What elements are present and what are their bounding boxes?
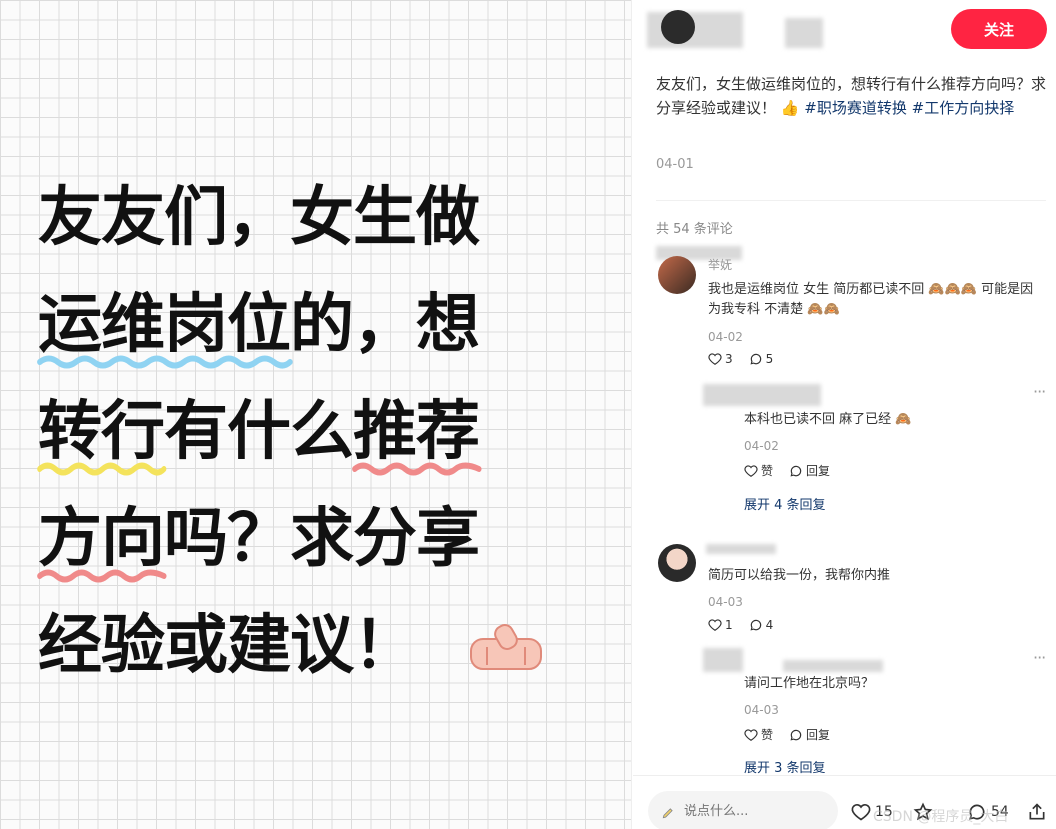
reply-text: 本科也已读不回 麻了已经 🙈 [744, 410, 1044, 430]
comment-text: 我也是运维岗位 女生 简历都已读不回 🙈🙈🙈 可能是因为我专科 不清楚 🙈🙈 [708, 280, 1046, 320]
follow-button[interactable]: 关注 [951, 9, 1047, 49]
comment-actions: 3 5 [708, 352, 773, 366]
highlight-red-text: 推荐 [353, 395, 480, 469]
expand-replies-link[interactable]: 展开 3 条回复 [744, 757, 826, 776]
heart-icon [744, 464, 758, 477]
bottom-interaction-bar: 15 54 CSDN @程序员_大白 [633, 775, 1056, 829]
yellow-squiggle [37, 462, 167, 476]
emoji-icon: 🙈🙈 [807, 302, 840, 317]
like-count: 1 [725, 618, 733, 632]
commenter-name-blurred [706, 544, 776, 554]
poster-line-5: 经验或建议！ [38, 593, 598, 700]
reply-text: 请问工作地在北京吗？ [744, 676, 875, 691]
reply-reply-button[interactable]: 回复 [789, 462, 830, 479]
comment-date: 04-02 [708, 330, 743, 344]
author-extra-blurred [785, 18, 823, 48]
post-description: 友友们，女生做运维岗位的，想转行有什么推荐方向吗？求分享经验或建议！ 👍 #职场… [656, 72, 1048, 120]
reply-count: 5 [765, 352, 774, 366]
reply-actions: 赞 回复 [744, 726, 830, 743]
divider [656, 200, 1046, 201]
comment-actions: 1 4 [708, 618, 773, 632]
like-label: 赞 [761, 464, 774, 478]
poster-line-5-text: 经验或建议！ [38, 609, 417, 683]
share-button[interactable] [1027, 802, 1047, 822]
pointing-hand-icon: 👍 [780, 99, 800, 117]
red-squiggle-2 [37, 569, 167, 583]
poster-line-2-rest: 的，想 [290, 288, 480, 362]
thumbs-up-icon [470, 624, 543, 671]
highlight-yellow: 转行 [37, 379, 167, 486]
watermark: CSDN @程序员_大白 [873, 809, 1009, 825]
poster-line-3: 转行 有什么 推荐 [37, 379, 598, 486]
expand-replies-link[interactable]: 展开 4 条回复 [744, 494, 826, 513]
chat-bubble-icon [790, 465, 802, 476]
reply-like-button[interactable]: 赞 [744, 726, 773, 743]
note-detail-panel: 关注 友友们，女生做运维岗位的，想转行有什么推荐方向吗？求分享经验或建议！ 👍 … [633, 0, 1056, 829]
heart-icon [708, 619, 722, 631]
highlight-red: 推荐 [352, 379, 482, 486]
reply-like-button[interactable]: 赞 [744, 462, 773, 479]
post-tag-career-switch[interactable]: #职场赛道转换 [804, 99, 907, 117]
highlight-red-2-text: 方向 [38, 502, 165, 576]
blue-squiggle [37, 355, 293, 369]
reply-label: 回复 [806, 464, 831, 478]
comment-text: 简历可以给我一份，我帮你内推 [708, 568, 891, 583]
heart-icon [744, 728, 758, 741]
reply-name-blurred-2 [783, 660, 883, 672]
pencil-icon [662, 808, 673, 819]
chat-bubble-icon [750, 353, 761, 365]
comment-reply-button[interactable]: 4 [749, 618, 774, 632]
reply-actions: 赞 回复 [744, 462, 830, 479]
commenter-avatar[interactable] [658, 544, 696, 582]
comment-reply-button[interactable]: 5 [749, 352, 774, 366]
comment-like-button[interactable]: 3 [708, 352, 733, 366]
commenter-avatar[interactable] [658, 256, 696, 294]
reply-name-blurred [703, 384, 821, 406]
poster-line-1: 友友们，女生做 [38, 181, 480, 255]
post-tag-work-direction[interactable]: #工作方向抉择 [912, 99, 1015, 117]
comment-like-button[interactable]: 1 [708, 618, 733, 632]
author-bar: 关注 [633, 0, 1056, 60]
reply-name-blurred [703, 648, 743, 672]
poster-line-3-mid: 有什么 [164, 395, 354, 469]
red-squiggle [352, 462, 482, 476]
like-label: 赞 [761, 728, 774, 742]
chat-bubble-icon [750, 619, 761, 631]
like-count: 3 [725, 352, 733, 366]
reply-date: 04-02 [744, 439, 779, 453]
more-options-icon[interactable]: ··· [1033, 648, 1046, 667]
more-options-icon[interactable]: ··· [1033, 382, 1046, 401]
reply-date: 04-03 [744, 703, 779, 717]
comment-input[interactable] [648, 791, 838, 829]
commenter-name[interactable]: 举妩 [708, 256, 732, 273]
comment-text-part1: 我也是运维岗位 女生 简历都已读不回 [708, 282, 925, 297]
emoji-icon: 🙈🙈🙈 [928, 282, 977, 297]
heart-icon [851, 803, 871, 821]
poster-text: 友友们，女生做 运维岗位 的，想 转行 有什么 推荐 方向 吗？求分享 经验或建… [37, 165, 598, 700]
poster-line-2: 运维岗位 的，想 [37, 272, 598, 379]
emoji-icon: 🙈 [895, 412, 912, 427]
note-image[interactable]: 友友们，女生做 运维岗位 的，想 转行 有什么 推荐 方向 吗？求分享 经验或建… [0, 0, 632, 829]
comment-count: 共 54 条评论 [656, 222, 733, 237]
reply-label: 回复 [806, 728, 831, 742]
poster-line-4-rest: 吗？求分享 [164, 502, 480, 576]
reply-count: 4 [765, 618, 774, 632]
post-date: 04-01 [656, 157, 694, 172]
poster-line-4: 方向 吗？求分享 [37, 486, 598, 593]
highlight-red-2: 方向 [37, 486, 167, 593]
comment-date: 04-03 [708, 595, 743, 609]
highlight-yellow-text: 转行 [38, 395, 165, 469]
heart-icon [708, 353, 722, 365]
author-avatar[interactable] [661, 10, 695, 44]
reply-text-content: 本科也已读不回 麻了已经 [744, 412, 892, 427]
highlight-blue-text: 运维岗位 [38, 288, 291, 362]
chat-bubble-icon [790, 729, 802, 740]
highlight-blue: 运维岗位 [37, 272, 293, 379]
share-icon [1029, 803, 1045, 820]
reply-reply-button[interactable]: 回复 [789, 726, 830, 743]
